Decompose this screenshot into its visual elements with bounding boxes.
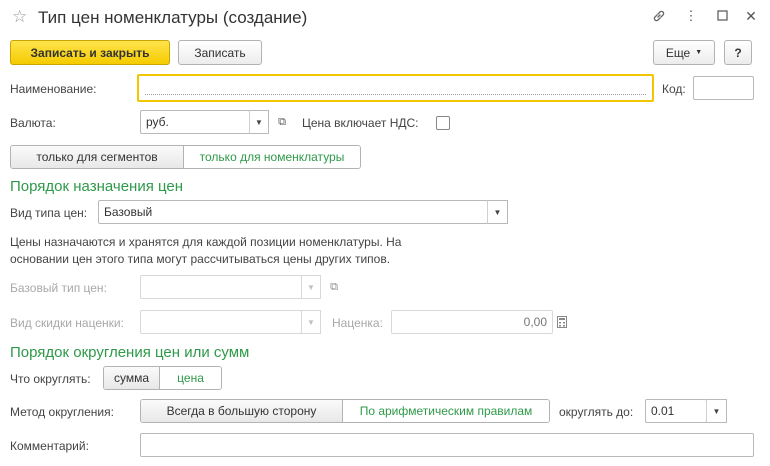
link-icon[interactable] <box>651 9 667 26</box>
calculator-icon[interactable] <box>554 312 570 332</box>
code-field[interactable] <box>693 76 754 100</box>
markup-kind-field <box>140 310 302 334</box>
price-kind-dropdown-button[interactable]: ▼ <box>487 200 508 224</box>
round-method-toggle: Всегда в большую сторону По арифметическ… <box>140 399 550 423</box>
vat-checkbox[interactable] <box>436 116 450 130</box>
close-icon[interactable]: ✕ <box>743 8 759 25</box>
maximize-icon[interactable] <box>714 9 730 24</box>
code-label: Код: <box>662 82 686 96</box>
chevron-down-icon: ▼ <box>695 49 703 56</box>
chevron-down-icon: ▼ <box>493 207 502 217</box>
vat-label: Цена включает НДС: <box>302 116 419 130</box>
round-what-toggle: сумма цена <box>103 366 222 390</box>
currency-field[interactable]: руб. <box>140 110 250 134</box>
info-text: Цены назначаются и хранятся для каждой п… <box>10 234 401 268</box>
mode-items-button[interactable]: только для номенклатуры <box>184 146 360 168</box>
markup-kind-label: Вид скидки наценки: <box>10 316 124 330</box>
more-button[interactable]: Еще ▼ <box>653 40 715 65</box>
save-and-close-button[interactable]: Записать и закрыть <box>10 40 170 65</box>
more-button-label: Еще <box>665 45 691 60</box>
mode-segments-button[interactable]: только для сегментов <box>11 146 185 168</box>
section-rounding-heading: Порядок округления цен или сумм <box>10 344 250 361</box>
info-line-2: основании цен этого типа могут рассчитыв… <box>10 252 391 266</box>
comment-field[interactable] <box>140 433 754 457</box>
open-icon[interactable]: ⧉ <box>272 112 292 132</box>
currency-label: Валюта: <box>10 116 56 130</box>
round-to-field[interactable]: 0.01 <box>645 399 707 423</box>
round-method-up-button[interactable]: Всегда в большую сторону <box>141 400 344 422</box>
chevron-down-icon: ▼ <box>712 406 721 416</box>
round-what-sum-button[interactable]: сумма <box>104 367 161 389</box>
base-type-dropdown-button: ▼ <box>301 275 321 299</box>
round-what-price-button[interactable]: цена <box>160 367 221 389</box>
help-button[interactable]: ? <box>724 40 752 65</box>
chevron-down-icon: ▼ <box>307 282 315 292</box>
markup-field: 0,00 <box>391 310 553 334</box>
star-icon[interactable]: ☆ <box>12 7 27 27</box>
round-what-label: Что округлять: <box>10 372 91 386</box>
name-field[interactable] <box>137 74 654 102</box>
comment-label: Комментарий: <box>10 439 89 453</box>
round-to-label: округлять до: <box>559 405 634 419</box>
round-method-arith-button[interactable]: По арифметическим правилам <box>343 400 549 422</box>
more-icon[interactable]: ⋮ <box>683 8 699 24</box>
name-underline <box>145 94 646 95</box>
base-type-label: Базовый тип цен: <box>10 281 107 295</box>
price-kind-label: Вид типа цен: <box>10 206 88 220</box>
price-kind-field[interactable]: Базовый <box>98 200 488 224</box>
mode-toggle: только для сегментов только для номенкла… <box>10 145 361 169</box>
save-button[interactable]: Записать <box>178 40 262 65</box>
open-icon[interactable]: ⧉ <box>324 277 344 297</box>
markup-kind-dropdown-button: ▼ <box>301 310 321 334</box>
chevron-down-icon: ▼ <box>307 317 315 327</box>
page-title: Тип цен номенклатуры (создание) <box>38 8 308 27</box>
info-line-1: Цены назначаются и хранятся для каждой п… <box>10 235 402 249</box>
round-method-label: Метод округления: <box>10 405 114 419</box>
currency-dropdown-button[interactable]: ▼ <box>249 110 269 134</box>
chevron-down-icon: ▼ <box>255 117 263 127</box>
section-pricing-heading: Порядок назначения цен <box>10 178 184 195</box>
round-to-dropdown-button[interactable]: ▼ <box>706 399 727 423</box>
base-type-field <box>140 275 302 299</box>
name-label: Наименование: <box>10 82 97 96</box>
markup-label: Наценка: <box>332 316 383 330</box>
